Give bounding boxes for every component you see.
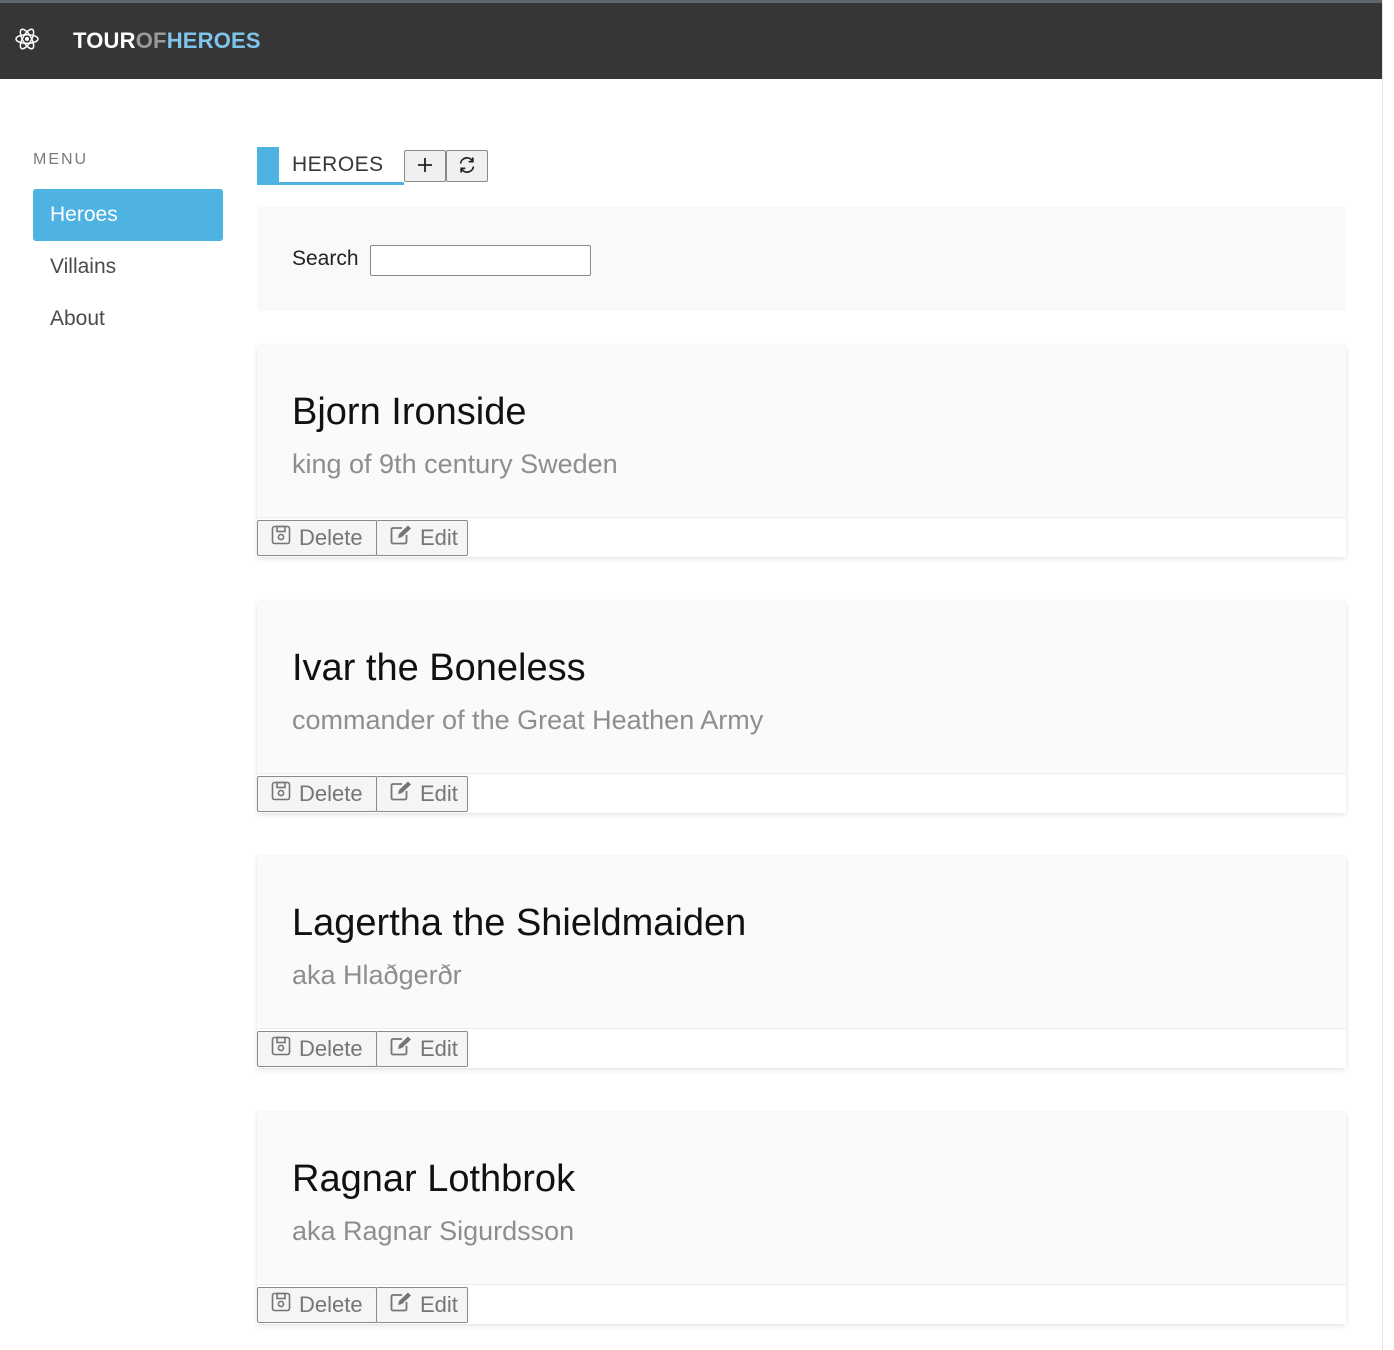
page-scrollbar[interactable] (1382, 0, 1394, 1350)
save-disk-icon (258, 1035, 299, 1063)
refresh-icon (457, 155, 477, 178)
top-navbar: TOUROFHEROES (0, 3, 1382, 79)
delete-label: Delete (299, 781, 363, 806)
search-label: Search (292, 247, 359, 270)
search-input[interactable] (370, 245, 591, 276)
edit-label: Edit (420, 525, 458, 550)
hero-description: commander of the Great Heathen Army (292, 705, 764, 735)
sidebar-item-villains[interactable]: Villains (33, 241, 223, 293)
hero-card: Bjorn Ironside king of 9th century Swede… (257, 345, 1346, 557)
hero-card: Ragnar Lothbrok aka Ragnar Sigurdsson De… (257, 1112, 1346, 1324)
hero-description: aka Hlaðgerðr (292, 960, 462, 990)
hero-card: Lagertha the Shieldmaiden aka Hlaðgerðr … (257, 856, 1346, 1068)
brand-part-tour: TOUR (73, 28, 136, 53)
brand-part-of: OF (135, 28, 167, 53)
delete-button[interactable]: Delete (257, 520, 377, 556)
edit-button[interactable]: Edit (376, 776, 468, 812)
add-hero-button[interactable] (404, 150, 446, 182)
heroes-header-tab: HEROES (257, 147, 404, 185)
edit-button[interactable]: Edit (376, 1287, 468, 1323)
sidebar-item-about[interactable]: About (33, 293, 223, 345)
delete-label: Delete (299, 1292, 363, 1317)
hero-name: Bjorn Ironside (292, 391, 527, 433)
edit-icon (377, 524, 420, 552)
edit-icon (377, 780, 420, 808)
hero-name: Lagertha the Shieldmaiden (292, 902, 747, 944)
hero-description: king of 9th century Sweden (292, 449, 618, 479)
sidebar-menu: MENU Heroes Villains About (33, 148, 223, 345)
refresh-button[interactable] (446, 150, 488, 182)
edit-label: Edit (420, 1036, 458, 1061)
card-footer: Delete Edit (257, 773, 1346, 813)
brand-title[interactable]: TOUROFHEROES (73, 28, 261, 54)
sidebar-item-heroes[interactable]: Heroes (33, 189, 223, 241)
edit-icon (377, 1291, 420, 1319)
delete-label: Delete (299, 1036, 363, 1061)
card-footer: Delete Edit (257, 1284, 1346, 1324)
delete-button[interactable]: Delete (257, 776, 377, 812)
edit-button[interactable]: Edit (376, 1031, 468, 1067)
header-accent-mark (257, 147, 279, 183)
brand-part-heroes: HEROES (166, 28, 261, 53)
atom-icon[interactable] (13, 25, 41, 53)
page-title: HEROES (292, 153, 384, 176)
plus-icon (416, 156, 434, 177)
hero-name: Ivar the Boneless (292, 647, 586, 689)
save-disk-icon (258, 524, 299, 552)
hero-description: aka Ragnar Sigurdsson (292, 1216, 575, 1246)
card-footer: Delete Edit (257, 517, 1346, 557)
card-footer: Delete Edit (257, 1028, 1346, 1068)
delete-button[interactable]: Delete (257, 1287, 377, 1323)
hero-card: Ivar the Boneless commander of the Great… (257, 601, 1346, 813)
edit-label: Edit (420, 781, 458, 806)
hero-name: Ragnar Lothbrok (292, 1158, 576, 1200)
edit-icon (377, 1035, 420, 1063)
delete-button[interactable]: Delete (257, 1031, 377, 1067)
edit-label: Edit (420, 1292, 458, 1317)
save-disk-icon (258, 1291, 299, 1319)
edit-button[interactable]: Edit (376, 520, 468, 556)
menu-label: MENU (33, 151, 89, 168)
delete-label: Delete (299, 525, 363, 550)
save-disk-icon (258, 780, 299, 808)
search-panel: Search (257, 207, 1346, 311)
